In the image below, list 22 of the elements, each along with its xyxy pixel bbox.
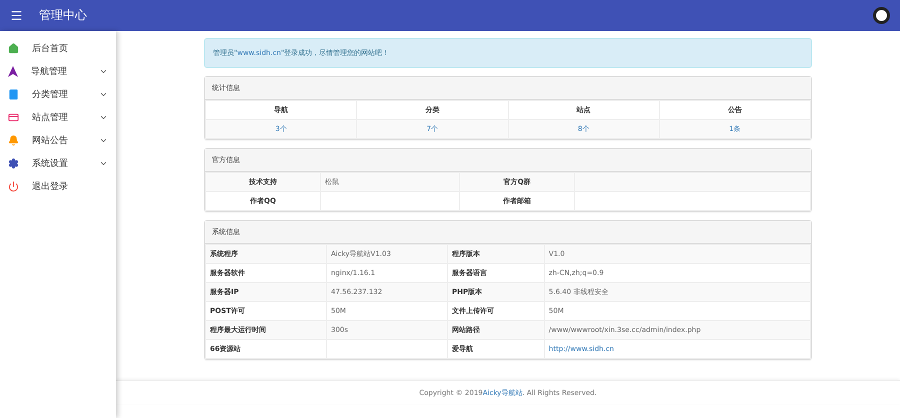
sidebar-item[interactable]: 后台首页 bbox=[0, 37, 116, 60]
sidebar-item[interactable]: 退出登录 bbox=[0, 175, 116, 198]
book-icon bbox=[8, 89, 19, 100]
chevron-icon bbox=[99, 159, 108, 168]
header-title: 管理中心 bbox=[39, 7, 88, 24]
sidebar-item[interactable]: 系统设置 bbox=[0, 152, 116, 175]
chevron-icon bbox=[99, 67, 108, 76]
chevron-icon bbox=[99, 113, 108, 122]
settings-icon bbox=[8, 158, 19, 169]
bell-icon bbox=[8, 135, 19, 146]
menu-icon[interactable] bbox=[10, 9, 23, 22]
avatar[interactable] bbox=[873, 7, 890, 24]
power-icon bbox=[8, 181, 19, 192]
sidebar-item[interactable]: 站点管理 bbox=[0, 106, 116, 129]
sidebar-item[interactable]: 分类管理 bbox=[0, 83, 116, 106]
home-icon bbox=[8, 43, 19, 54]
chevron-icon bbox=[99, 136, 108, 145]
triangle-icon bbox=[8, 66, 18, 77]
sidebar-item[interactable]: 网站公告 bbox=[0, 129, 116, 152]
sidebar-item[interactable]: 导航管理 bbox=[0, 60, 116, 83]
browser-window-icon bbox=[8, 112, 19, 123]
chevron-icon bbox=[99, 90, 108, 99]
